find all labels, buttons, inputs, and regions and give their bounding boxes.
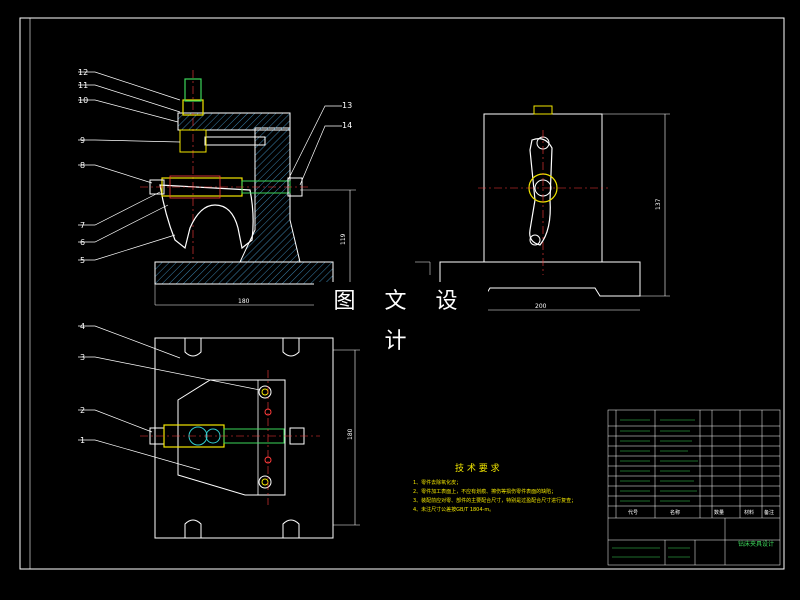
top-view: [78, 325, 360, 539]
fork-workpiece: [159, 184, 254, 250]
bom-header-material: 材料: [744, 509, 754, 516]
front-balloon-14: 14: [342, 121, 352, 130]
side-view: [415, 105, 670, 311]
tech-req-item-3: 3、装配前应对零、部件的主要配合尺寸，特别是过盈配合尺寸进行复查；: [413, 497, 576, 504]
side-dim-height: 137: [655, 198, 662, 210]
front-balloon-8: 8: [80, 161, 85, 170]
bom-header-note: 备注: [764, 509, 774, 516]
top-balloon-2: 2: [80, 406, 85, 415]
front-dim-height: 119: [340, 233, 347, 245]
top-base-plate: [154, 337, 334, 539]
bom-header-code: 代号: [628, 509, 638, 516]
bom-header-qty: 数量: [714, 509, 724, 516]
drawing-title: 钻床夹具设计: [738, 540, 774, 548]
bom-header-name: 名称: [670, 509, 680, 516]
tech-req-item-2: 2、零件加工表面上，不应有划痕、擦伤等损伤零件表面的缺陷；: [413, 488, 556, 495]
tech-requirements-title: 技 术 要 求: [455, 462, 500, 474]
side-dim-width: 200: [535, 303, 547, 310]
front-balloon-7: 7: [80, 221, 85, 230]
top-balloon-3: 3: [80, 353, 85, 362]
front-balloon-13: 13: [342, 101, 352, 110]
front-balloon-9: 9: [80, 136, 85, 145]
watermark: 图 文 设 计: [314, 282, 488, 354]
front-balloon-5: 5: [80, 256, 85, 265]
top-balloon-4: 4: [80, 322, 85, 331]
top-dim-height: 180: [347, 428, 354, 440]
tech-requirements: 技 术 要 求 1、零件去除氧化皮； 2、零件加工表面上，不应有划痕、擦伤等损伤…: [413, 462, 576, 513]
tech-req-item-4: 4、未注尺寸公差按GB/T 1804-m。: [413, 506, 494, 513]
tech-req-item-1: 1、零件去除氧化皮；: [413, 479, 461, 486]
front-balloon-10: 10: [78, 96, 88, 105]
front-view: [78, 70, 356, 306]
front-balloon-12: 12: [78, 68, 88, 77]
front-dim-width: 180: [238, 298, 250, 305]
lever-arm: [529, 138, 553, 246]
drawing-canvas: 12 11 10 9 8 7 6 5 13 14 180 119 200 137…: [0, 0, 800, 600]
front-balloon-6: 6: [80, 238, 85, 247]
top-balloon-1: 1: [80, 436, 85, 445]
front-base: [154, 261, 334, 285]
front-balloon-11: 11: [78, 81, 88, 90]
